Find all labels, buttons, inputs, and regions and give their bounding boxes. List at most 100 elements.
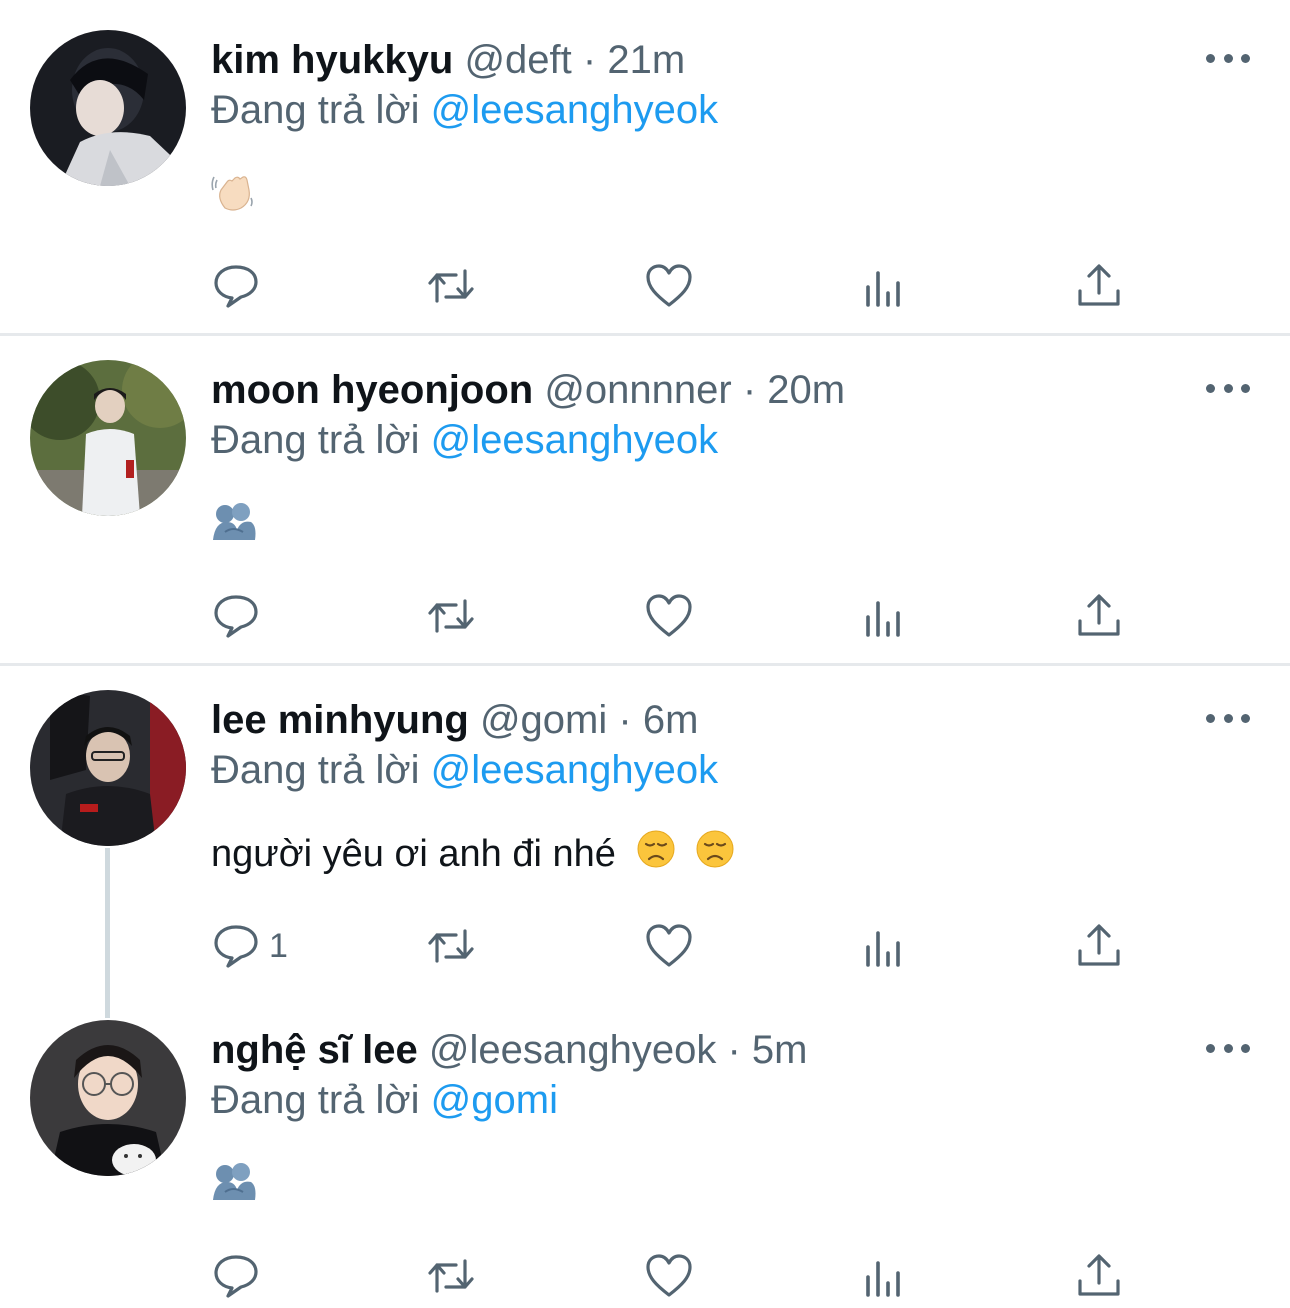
replying-to-label: Đang trả lời — [211, 88, 420, 132]
display-name[interactable]: moon hyeonjoon — [211, 368, 533, 412]
heart-icon — [646, 924, 692, 967]
more-dots-icon — [1206, 383, 1215, 393]
avatar-image — [30, 360, 186, 516]
thread-connector — [105, 848, 110, 1018]
tweet-actions — [211, 1251, 1211, 1301]
tweet-text: người yêu ơi anh đi nhé — [211, 828, 735, 883]
share-icon — [1078, 264, 1120, 306]
separator-dot: · — [582, 38, 597, 82]
more-dot — [1223, 383, 1233, 393]
waving-hand-emoji — [211, 168, 257, 228]
more-dot — [1241, 383, 1250, 393]
more-dot — [1241, 1043, 1250, 1053]
heart-icon — [646, 594, 692, 637]
mention-link[interactable]: @leesanghyeok — [431, 418, 718, 462]
display-name[interactable]: kim hyukkyu — [211, 38, 453, 82]
share-icon — [1078, 924, 1120, 966]
replying-to: Đang trả lời @gomi — [211, 1072, 558, 1128]
replying-to: Đang trả lời @leesanghyeok — [211, 412, 718, 468]
tweet-actions — [211, 261, 1211, 311]
more-options-button[interactable] — [1206, 376, 1250, 400]
share-button[interactable] — [1074, 261, 1124, 311]
views-bar-chart-icon — [866, 601, 900, 637]
timestamp[interactable]: 20m — [767, 368, 845, 412]
views-bar-chart-icon — [866, 931, 900, 967]
tweet-text — [211, 498, 257, 558]
views-button[interactable] — [860, 921, 910, 971]
retweet-button[interactable] — [426, 1251, 476, 1301]
reply-button[interactable] — [211, 591, 269, 641]
reply-button[interactable]: 1 — [211, 921, 288, 971]
views-button[interactable] — [860, 261, 910, 311]
retweet-button[interactable] — [426, 261, 476, 311]
reply-icon — [214, 595, 258, 638]
username[interactable]: @deft — [464, 38, 571, 82]
views-button[interactable] — [860, 1251, 910, 1301]
username[interactable]: @gomi — [480, 698, 607, 742]
tweet-feed: kim hyukkyu @deft · 21m Đang trả lời @le… — [0, 0, 1290, 1308]
more-dot — [1223, 713, 1233, 723]
heart-icon — [646, 1254, 692, 1297]
tweet-text — [211, 168, 257, 228]
avatar-image — [30, 690, 186, 846]
avatar[interactable] — [30, 360, 186, 516]
separator-dot: · — [727, 1028, 741, 1072]
reply-button[interactable] — [211, 261, 269, 311]
avatar[interactable] — [30, 1020, 186, 1176]
disappointed-face-emoji — [695, 829, 735, 883]
replying-to: Đang trả lời @leesanghyeok — [211, 82, 718, 138]
retweet-button[interactable] — [426, 921, 476, 971]
separator-dot: · — [618, 698, 632, 742]
tweet-header: moon hyeonjoon @onnnner · 20m — [211, 360, 845, 420]
display-name[interactable]: lee minhyung — [211, 698, 469, 742]
retweet-icon — [428, 1259, 474, 1293]
more-options-button[interactable] — [1206, 1036, 1250, 1060]
timestamp[interactable]: 21m — [607, 38, 685, 82]
reply-button[interactable] — [211, 1251, 269, 1301]
like-button[interactable] — [644, 591, 694, 641]
tweet-actions: 1 — [211, 921, 1211, 971]
more-dots-icon — [1206, 713, 1215, 723]
mention-link[interactable]: @leesanghyeok — [431, 748, 718, 792]
tweet-header: nghệ sĩ lee @leesanghyeok · 5m — [211, 1020, 808, 1080]
display-name[interactable]: nghệ sĩ lee — [211, 1028, 418, 1072]
tweet-divider — [0, 663, 1290, 666]
tweet-header: kim hyukkyu @deft · 21m — [211, 30, 685, 90]
retweet-icon — [428, 269, 474, 303]
share-icon — [1078, 594, 1120, 636]
more-dot — [1241, 713, 1250, 723]
avatar[interactable] — [30, 30, 186, 186]
retweet-icon — [428, 929, 474, 963]
avatar-image — [30, 1020, 186, 1176]
avatar[interactable] — [30, 690, 186, 846]
tweet-divider — [0, 333, 1290, 336]
share-icon — [1078, 1254, 1120, 1296]
more-dot — [1241, 53, 1250, 63]
username[interactable]: @onnnner — [544, 368, 731, 412]
like-button[interactable] — [644, 1251, 694, 1301]
timestamp[interactable]: 6m — [643, 698, 699, 742]
views-bar-chart-icon — [866, 271, 900, 307]
reply-icon — [214, 1255, 258, 1298]
people-hugging-emoji — [211, 1158, 257, 1218]
people-hugging-emoji — [211, 498, 257, 558]
mention-link[interactable]: @gomi — [431, 1078, 558, 1122]
reply-icon — [214, 265, 258, 308]
views-button[interactable] — [860, 591, 910, 641]
mention-link[interactable]: @leesanghyeok — [431, 88, 718, 132]
retweet-button[interactable] — [426, 591, 476, 641]
like-button[interactable] — [644, 261, 694, 311]
share-button[interactable] — [1074, 1251, 1124, 1301]
share-button[interactable] — [1074, 591, 1124, 641]
share-button[interactable] — [1074, 921, 1124, 971]
like-button[interactable] — [644, 921, 694, 971]
more-options-button[interactable] — [1206, 46, 1250, 70]
more-dots-icon — [1206, 53, 1215, 63]
reply-icon — [214, 925, 258, 968]
timestamp[interactable]: 5m — [752, 1028, 808, 1072]
username[interactable]: @leesanghyeok — [429, 1028, 716, 1072]
separator-dot: · — [742, 368, 757, 412]
retweet-icon — [428, 599, 474, 633]
more-options-button[interactable] — [1206, 706, 1250, 730]
more-dots-icon — [1206, 1043, 1215, 1053]
